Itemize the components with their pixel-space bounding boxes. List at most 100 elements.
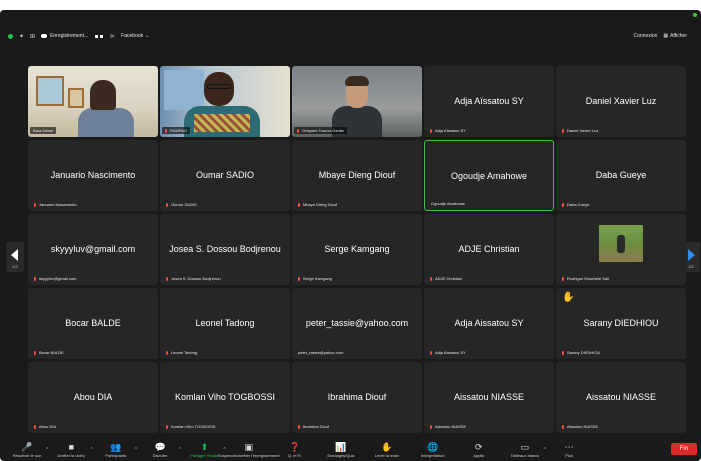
participant-label: Sarany DIEDHIOU: [562, 350, 600, 355]
mic-muted-icon: [430, 128, 432, 133]
mic-muted-icon: [298, 424, 300, 429]
participant-label-text: Aissatou NIASSE: [435, 424, 467, 429]
recording-indicator[interactable]: Enregistrement...: [41, 33, 88, 39]
participant-label: skyyyluv@gmail.com: [34, 276, 76, 281]
toolbar-label: Arrêter la vidéo: [57, 452, 85, 458]
participant-tile[interactable]: Rodrigue Mourbeté Sali: [556, 214, 686, 285]
chat-icon: 💬: [154, 441, 166, 452]
participant-label-text: Mbaye Dieng Diouf: [303, 202, 338, 207]
stop-icon[interactable]: [100, 34, 104, 38]
grid-icon[interactable]: ⊞: [30, 33, 35, 40]
toolbar-whiteboard-button[interactable]: ▭ Tableaux blancs: [502, 442, 548, 458]
participant-display-name: Ogoudje Amahowe: [450, 171, 528, 181]
participant-tile[interactable]: Abou DIA Abou DIA: [28, 362, 158, 433]
participant-tile[interactable]: Januario Nascimento Januario Nascimento: [28, 140, 158, 211]
mic-muted-icon: [34, 424, 36, 429]
participant-label: Serge Kamgang: [298, 276, 332, 281]
participant-label: peter_tassie@yahoo.com: [298, 350, 343, 355]
participant-tile[interactable]: Aissatou NIASSE Aissatou NIASSE: [424, 362, 554, 433]
toolbar-mic-button[interactable]: 🎤 Réactiver le son: [4, 442, 50, 458]
participant-tile[interactable]: Sarany DIEDHIOU ✋ Sarany DIEDHIOU: [556, 288, 686, 359]
participant-tile[interactable]: peter_tassie@yahoo.com peter_tassie@yahoo…: [292, 288, 422, 359]
participant-tile[interactable]: Grégoire Touron-Gardic: [292, 66, 422, 137]
participant-label: Abou DIA: [34, 424, 56, 429]
participant-tile[interactable]: Serge Kamgang Serge Kamgang: [292, 214, 422, 285]
participant-label-text: Adja Aissatou SY: [435, 350, 466, 355]
participant-tile[interactable]: Daba Gueye Daba Gueye: [556, 140, 686, 211]
mic-muted-icon: [165, 128, 167, 133]
participant-tile[interactable]: Josea S. Dossou Bodjrenou Josea S. Dossou…: [160, 214, 290, 285]
participant-display-name: Aissatou NIASSE: [585, 392, 657, 402]
toolbar-video-button[interactable]: ■ Arrêter la vidéo: [48, 442, 94, 458]
participant-tile[interactable]: Daniel Xavier Luz Daniel Xavier Luz: [556, 66, 686, 137]
recording-controls[interactable]: [94, 34, 104, 38]
participant-label: Leonel Tadong: [166, 350, 197, 355]
profile-photo: [599, 225, 643, 262]
security-shield-icon[interactable]: [8, 33, 13, 39]
participant-tile[interactable]: Ogoudje Amahowe Ogoudje Amahowe: [424, 140, 554, 211]
participant-tile[interactable]: Leonel Tadong Leonel Tadong: [160, 288, 290, 359]
whiteboard-icon: ▭: [520, 441, 530, 452]
participant-label-text: Adja Aïssatou SY: [435, 128, 466, 133]
participant-display-name: Komlan Viho TOGBOSSI: [174, 392, 276, 402]
pin-icon[interactable]: ✦: [19, 33, 24, 40]
toolbar-chat-button[interactable]: 💬 Discuter: [137, 442, 183, 458]
view-button[interactable]: ▦ Afficher: [663, 33, 687, 39]
mic-muted-icon: [34, 350, 36, 355]
participant-tile[interactable]: Bocar BALDE Bocar BALDE: [28, 288, 158, 359]
live-icon[interactable]: ⊳: [110, 33, 115, 40]
toolbar-raise-button[interactable]: ✋ Lever la main: [364, 442, 410, 458]
page-indicator-left: 1/2: [12, 264, 18, 269]
participant-tile[interactable]: Komlan Viho TOGBOSSI Komlan Viho TOGBOSSI: [160, 362, 290, 433]
end-meeting-button[interactable]: Fin: [671, 443, 697, 455]
participant-label: Ogoudje Amahowe: [431, 201, 465, 206]
participant-display-name: Bocar BALDE: [65, 318, 121, 328]
mic-muted-icon: [166, 424, 168, 429]
participant-label-text: ADJE Christian: [435, 276, 463, 281]
toolbar-interp-button[interactable]: 🌐 Interprétation: [410, 442, 456, 458]
toolbar-apps-button[interactable]: ⟳ Applis: [456, 442, 502, 458]
toolbar-more-button[interactable]: ⋯ Plus: [546, 442, 592, 458]
sign-in-button[interactable]: Connexion: [633, 33, 657, 39]
participant-label-text: Daba Gueye: [567, 202, 590, 207]
participant-display-name: Serge Kamgang: [324, 244, 390, 254]
participant-tile[interactable]: Aissatou NIASSE Aissatou NIASSE: [556, 362, 686, 433]
participant-label: Bara Dème: [30, 127, 57, 134]
participant-label: Josea S. Dossou Bodjrenou: [166, 276, 221, 281]
participant-tile[interactable]: skyyyluv@gmail.com skyyyluv@gmail.com: [28, 214, 158, 285]
toolbar-summary-button[interactable]: ▣ Suspendre/arrêter l'enregistrement: [218, 442, 280, 458]
participant-tile[interactable]: Mbaye Dieng Diouf Mbaye Dieng Diouf: [292, 140, 422, 211]
toolbar-participants-button[interactable]: 👥 Participants: [93, 442, 139, 458]
mic-muted-icon: [430, 350, 432, 355]
participant-tile[interactable]: Oumar SADIO Oumar SADIO: [160, 140, 290, 211]
participant-label-text: Josea S. Dossou Bodjrenou: [171, 276, 221, 281]
participant-tile[interactable]: RAMPAO: [160, 66, 290, 137]
participant-tile[interactable]: Ibrahima Diouf Ibrahima Diouf: [292, 362, 422, 433]
participant-label-text: RAMPAO: [170, 128, 188, 133]
participant-tile[interactable]: Adja Aissatou SY Adja Aissatou SY: [424, 288, 554, 359]
participant-display-name: Daba Gueye: [595, 170, 647, 180]
zoom-window: ✦ ⊞ Enregistrement... ⊳ Facebook ⌄ Conne…: [0, 10, 701, 461]
mic-muted-icon: [166, 202, 168, 207]
facebook-menu[interactable]: Facebook ⌄: [121, 33, 149, 39]
toolbar-polls-button[interactable]: 📊 Sondages/Quiz: [318, 442, 364, 458]
mic-muted-icon: [166, 276, 168, 281]
participant-label: Grégoire Touron-Gardic: [294, 127, 347, 134]
previous-page-button[interactable]: 1/2: [6, 242, 24, 272]
participant-label: Komlan Viho TOGBOSSI: [166, 424, 215, 429]
participant-label: Bocar BALDE: [34, 350, 64, 355]
mic-muted-icon: [562, 276, 564, 281]
participant-label-text: Bara Dème: [33, 128, 54, 133]
toolbar-qa-button[interactable]: ❓ Q. et R.: [272, 442, 318, 458]
participant-tile[interactable]: Bara Dème: [28, 66, 158, 137]
participant-tile[interactable]: ADJE Christian ADJE Christian: [424, 214, 554, 285]
mic-muted-icon: [34, 276, 36, 281]
participant-display-name: Adja Aïssatou SY: [454, 96, 524, 106]
participant-tile[interactable]: Adja Aïssatou SY Adja Aïssatou SY: [424, 66, 554, 137]
participant-label: Daba Gueye: [562, 202, 589, 207]
mic-muted-icon: [562, 202, 564, 207]
pause-icon[interactable]: [95, 34, 99, 38]
toolbar-label: Lever la main: [374, 452, 399, 458]
mic-muted-icon: [430, 424, 432, 429]
toolbar-label: Partager l'écran: [190, 452, 219, 458]
